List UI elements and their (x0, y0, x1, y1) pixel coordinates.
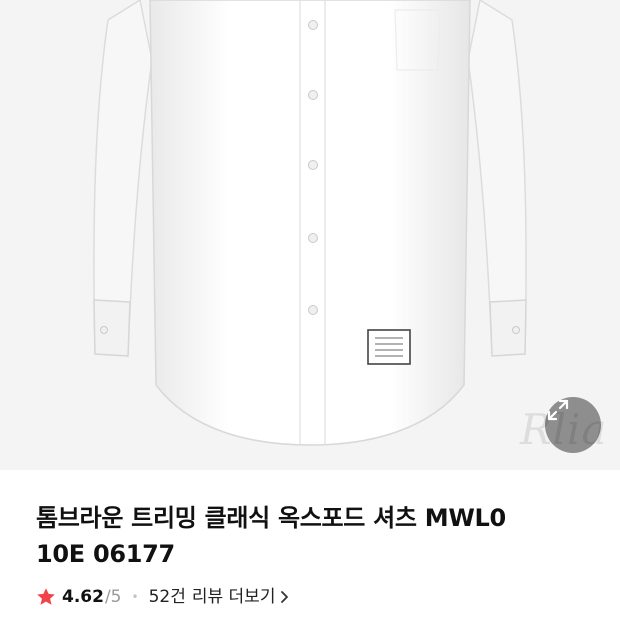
rating-row: 4.62 /5 • 52건 리뷰 더보기 (36, 586, 596, 608)
review-count: 52건 (148, 587, 186, 607)
chevron-right-icon (281, 591, 289, 603)
separator-dot: • (131, 590, 139, 604)
expand-diagonal-icon (547, 399, 569, 421)
zoom-button[interactable] (545, 397, 601, 453)
rating-score: 4.62 (62, 587, 104, 607)
product-info: 톰브라운 트리밍 클래식 옥스포드 셔츠 MWL0 10E 06177 4.62… (36, 500, 596, 608)
product-title: 톰브라운 트리밍 클래식 옥스포드 셔츠 MWL0 10E 06177 (36, 500, 596, 572)
review-more-link[interactable]: 52건 리뷰 더보기 (149, 586, 292, 608)
review-link-label: 리뷰 더보기 (191, 587, 276, 607)
product-title-line2: 10E 06177 (36, 540, 175, 568)
star-icon (37, 588, 55, 605)
shirt-illustration (93, 0, 527, 446)
rating-max: /5 (104, 587, 122, 607)
product-title-line1: 톰브라운 트리밍 클래식 옥스포드 셔츠 MWL0 (36, 504, 506, 532)
product-image[interactable]: Rlia (0, 0, 620, 470)
